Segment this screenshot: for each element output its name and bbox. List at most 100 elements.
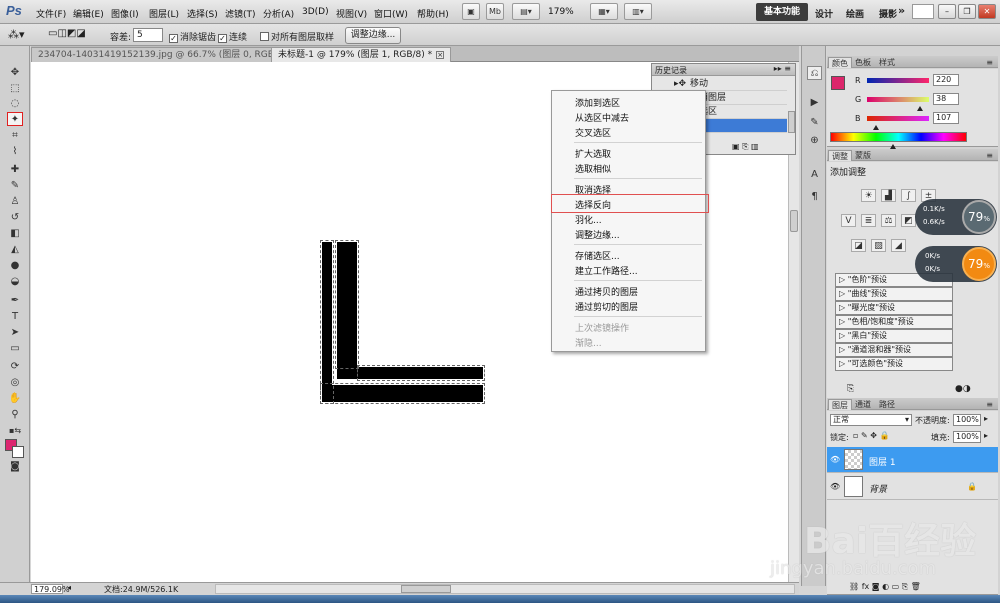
lock-icons[interactable]: ▫ ✎ ✥ 🔒 [853,431,889,440]
menu-image[interactable]: 图像(I) [111,7,139,20]
fill-input[interactable]: 100% [953,431,981,443]
chevron-right-icon[interactable]: ▸ [984,431,988,440]
preset-hue-saturation[interactable]: ▷ "色相/饱和度"预设 [835,315,953,329]
menu-select[interactable]: 选择(S) [187,7,218,20]
menu-view[interactable]: 视图(V) [336,7,367,20]
marquee-tool-icon[interactable]: ⬚ [7,82,23,96]
workspace-photography[interactable]: 摄影 [879,7,897,20]
close-icon[interactable]: ✕ [978,4,996,19]
curves-icon[interactable]: ∫ [901,189,916,202]
menu-help[interactable]: 帮助(H) [417,7,449,20]
red-slider[interactable] [867,78,929,83]
blend-mode-select[interactable]: 正常 ▾ [830,414,912,426]
hand-tool-icon[interactable]: ✋ [7,392,23,406]
tab-adjustments[interactable]: 调整 [828,150,852,161]
network-speed-widget[interactable]: 0.1K/s 0.6K/s 79% [915,199,997,235]
screen-mode-icon[interactable]: ▦▾ [590,3,618,20]
slider-knob[interactable] [873,125,880,130]
actions-panel-icon[interactable]: ▶ [807,96,822,110]
layer-row[interactable]: 👁 图层 1 [827,447,998,473]
tab-color[interactable]: 颜色 [828,57,852,68]
pen-tool-icon[interactable]: ✒ [7,294,23,308]
status-arrow-icon[interactable]: ◂ [67,583,71,592]
workspace-basic-button[interactable]: 基本功能 [756,3,808,21]
tab-layers[interactable]: 图层 [828,399,852,410]
menu-layer[interactable]: 图层(L) [149,7,179,20]
invert-icon[interactable]: ◪ [851,239,866,252]
ctx-feather[interactable]: 羽化... [575,213,602,226]
bucket-tool-icon[interactable]: ◭ [7,243,23,257]
doc-tab-2[interactable]: 未标题-1 @ 179% (图层 1, RGB/8) * × [271,47,452,62]
shape-tool-icon[interactable]: ▭ [7,342,23,356]
black-white-icon[interactable]: ◩ [901,214,916,227]
path-select-icon[interactable]: ➤ [7,326,23,340]
swap-colors-icon[interactable]: ▪⇆ [7,424,23,438]
tab-swatches[interactable]: 色板 [852,57,874,68]
sample-all-checkbox[interactable]: 对所有图层取样 [260,30,334,43]
network-speed-widget[interactable]: 0K/s 0K/s 79% [915,246,997,282]
history-footer-icons[interactable]: ▣ ⎘ ▥ [732,142,759,152]
preset-curves[interactable]: ▷ "曲线"预设 [835,287,953,301]
tab-styles[interactable]: 样式 [876,57,898,68]
ctx-grow[interactable]: 扩大选取 [575,147,611,160]
ctx-make-work-path[interactable]: 建立工作路径... [575,264,638,277]
extras-icon[interactable]: ▥▾ [624,3,652,20]
color-balance-icon[interactable]: ⚖ [881,214,896,227]
dodge-tool-icon[interactable]: ◒ [7,275,23,289]
adjust-footer-icon[interactable]: ⎘ [847,384,854,394]
green-slider[interactable] [867,97,929,102]
ctx-subtract-from-selection[interactable]: 从选区中减去 [575,111,629,124]
healing-brush-icon[interactable]: ✚ [7,163,23,177]
menu-window[interactable]: 窗口(W) [374,7,408,20]
selection-mode-icons[interactable]: ▭◫◩◪ [48,28,86,39]
menu-analysis[interactable]: 分析(A) [263,7,294,20]
type-tool-icon[interactable]: T [7,310,23,324]
history-row[interactable]: ▸✥ 移动 [652,77,787,91]
panel-menu-icon[interactable]: ≡ [983,399,996,410]
color-b-value[interactable]: 107 [933,112,959,124]
ctx-intersect-selection[interactable]: 交叉选区 [575,126,611,139]
tolerance-input[interactable]: 5 [133,28,163,42]
zoom-tool-icon[interactable]: ⚲ [7,408,23,422]
3d-orbit-icon[interactable]: ◎ [7,376,23,390]
magic-wand-preset-icon[interactable]: ⁂▾ [8,28,25,41]
history-scrollbar[interactable] [788,111,795,133]
history-title[interactable]: 历史记录 [655,65,687,76]
layer-row[interactable]: 👁 背景 🔒 [827,474,998,500]
history-brush-icon[interactable]: ↺ [7,211,23,225]
brush-panel-icon[interactable]: ✎ [807,116,822,130]
workspace-painting[interactable]: 绘画 [846,7,864,20]
chevron-right-icon[interactable]: ▸ [984,414,988,423]
stamp-tool-icon[interactable]: ♙ [7,195,23,209]
color-spectrum[interactable] [830,132,967,142]
3d-rotate-icon[interactable]: ⟳ [7,360,23,374]
scroll-thumb[interactable] [790,210,798,232]
panel-menu-icon[interactable]: ≡ [983,57,996,68]
tab-channels[interactable]: 通道 [852,399,874,410]
blur-tool-icon[interactable]: ● [7,259,23,273]
brush-tool-icon[interactable]: ✎ [7,179,23,193]
character-panel-icon[interactable]: A [807,168,822,182]
eraser-tool-icon[interactable]: ◧ [7,227,23,241]
color-foreground-swatch[interactable] [831,76,845,90]
workspace-more-icon[interactable]: » [898,4,905,17]
vibrance-icon[interactable]: V [841,214,856,227]
tab-masks[interactable]: 蒙版 [852,150,874,161]
tab-close-icon[interactable]: × [436,51,445,59]
menu-edit[interactable]: 编辑(E) [73,7,104,20]
color-r-value[interactable]: 220 [933,74,959,86]
bridge-icon[interactable]: ▣ [462,3,480,20]
opacity-input[interactable]: 100% [953,414,981,426]
paragraph-panel-icon[interactable]: ¶ [807,190,822,204]
background-color-swatch[interactable] [12,446,24,458]
zoom-field[interactable]: 179.09% [31,584,70,594]
ctx-layer-via-copy[interactable]: 通过拷贝的图层 [575,285,638,298]
menu-3d[interactable]: 3D(D) [302,7,329,17]
lasso-tool-icon[interactable]: ◌ [7,97,23,111]
ctx-layer-via-cut[interactable]: 通过剪切的图层 [575,300,638,313]
zoom-level[interactable]: 179% [548,7,574,17]
ctx-select-inverse[interactable]: 选择反向 [575,198,611,211]
eye-icon[interactable]: 👁 [830,455,840,464]
antialias-checkbox[interactable]: ✓ 消除锯齿 [169,30,216,43]
ctx-similar[interactable]: 选取相似 [575,162,611,175]
